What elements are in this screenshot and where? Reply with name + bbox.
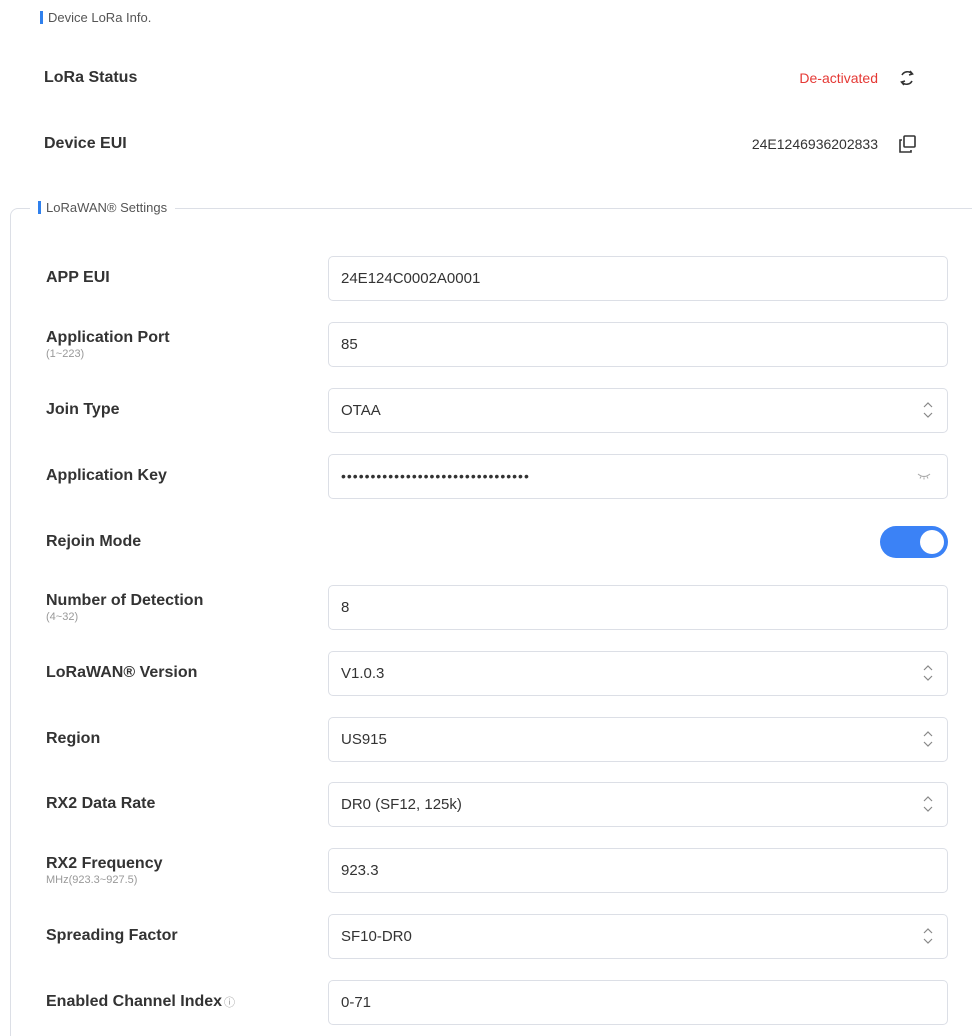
application-key-value: •••••••••••••••••••••••••••••••• [341, 468, 530, 484]
rx2-frequency-hint: MHz(923.3~927.5) [46, 873, 138, 886]
lorawan-version-row: LoRaWAN® Version V1.0.3 [46, 650, 948, 696]
spreading-factor-value: SF10-DR0 [341, 927, 412, 945]
rx2-frequency-value: 923.3 [341, 861, 379, 879]
enabled-channel-index-value: 0-71 [341, 993, 372, 1011]
number-of-detection-row: Number of Detection (4~32) 8 [46, 584, 948, 630]
region-label: Region [46, 730, 101, 747]
app-eui-label: APP EUI [46, 269, 110, 286]
join-type-select[interactable]: OTAA [328, 387, 948, 433]
rejoin-mode-label: Rejoin Mode [46, 533, 142, 550]
application-port-value: 85 [341, 335, 358, 353]
device-eui-label: Device EUI [44, 135, 127, 152]
device-eui-row: Device EUI 24E1246936202833 [44, 132, 918, 156]
application-key-label: Application Key [46, 467, 167, 484]
section-marker [38, 201, 41, 214]
number-of-detection-hint: (4~32) [46, 610, 79, 623]
enabled-channel-index-text: Enabled Channel Index [46, 993, 223, 1010]
application-port-input[interactable]: 85 [328, 321, 948, 367]
select-arrows-icon [921, 925, 935, 947]
lorawan-version-label: LoRaWAN® Version [46, 664, 198, 681]
lora-settings-page: Device LoRa Info. LoRa Status De-activat… [0, 0, 972, 1036]
enabled-channel-index-label: Enabled Channel Index ⓘ [46, 993, 328, 1011]
lora-status-label: LoRa Status [44, 69, 138, 86]
rx2-data-rate-select[interactable]: DR0 (SF12, 125k) [328, 781, 948, 827]
application-port-label: Application Port [46, 328, 170, 346]
join-type-value: OTAA [341, 401, 381, 419]
rejoin-mode-toggle[interactable] [880, 526, 948, 558]
select-arrows-icon [921, 728, 935, 750]
copy-icon[interactable] [896, 133, 918, 155]
select-arrows-icon [921, 793, 935, 815]
application-port-row: Application Port (1~223) 85 [46, 321, 948, 367]
region-row: Region US915 [46, 716, 948, 762]
spreading-factor-row: Spreading Factor SF10-DR0 [46, 913, 948, 959]
lorawan-version-value: V1.0.3 [341, 664, 385, 682]
info-icon[interactable]: ⓘ [224, 997, 235, 1009]
rx2-frequency-row: RX2 Frequency MHz(923.3~927.5) 923.3 [46, 847, 948, 893]
app-eui-value: 24E124C0002A0001 [341, 269, 481, 287]
lora-status-row: LoRa Status De-activated [44, 66, 918, 90]
region-value: US915 [341, 730, 387, 748]
refresh-icon[interactable] [896, 67, 918, 89]
lora-status-value: De-activated [799, 70, 878, 86]
rx2-data-rate-label: RX2 Data Rate [46, 795, 156, 812]
rx2-data-rate-row: RX2 Data Rate DR0 (SF12, 125k) [46, 781, 948, 827]
rx2-frequency-label: RX2 Frequency [46, 854, 163, 872]
join-type-label: Join Type [46, 401, 120, 418]
application-key-input[interactable]: •••••••••••••••••••••••••••••••• [328, 453, 948, 499]
rejoin-mode-row: Rejoin Mode [46, 519, 948, 565]
region-select[interactable]: US915 [328, 716, 948, 762]
toggle-knob [920, 530, 944, 554]
application-key-row: Application Key ••••••••••••••••••••••••… [46, 453, 948, 499]
enabled-channel-index-input[interactable]: 0-71 [328, 979, 948, 1025]
app-eui-row: APP EUI 24E124C0002A0001 [46, 255, 948, 301]
device-lora-info-label: Device LoRa Info. [48, 10, 152, 25]
device-eui-value: 24E1246936202833 [751, 136, 878, 152]
enabled-channel-index-row: Enabled Channel Index ⓘ 0-71 [46, 979, 948, 1025]
join-type-row: Join Type OTAA [46, 387, 948, 433]
lorawan-settings-label: LoRaWAN® Settings [46, 200, 168, 215]
app-eui-input[interactable]: 24E124C0002A0001 [328, 255, 948, 301]
rx2-data-rate-value: DR0 (SF12, 125k) [341, 795, 462, 813]
lorawan-version-select[interactable]: V1.0.3 [328, 650, 948, 696]
select-arrows-icon [921, 399, 935, 421]
eye-closed-icon[interactable] [913, 465, 935, 487]
device-lora-info-title: Device LoRa Info. [40, 10, 151, 25]
spreading-factor-label: Spreading Factor [46, 927, 178, 944]
section-marker [40, 11, 43, 24]
spreading-factor-select[interactable]: SF10-DR0 [328, 913, 948, 959]
rx2-frequency-input[interactable]: 923.3 [328, 847, 948, 893]
application-port-hint: (1~223) [46, 347, 85, 360]
number-of-detection-value: 8 [341, 598, 350, 616]
lorawan-settings-title: LoRaWAN® Settings [30, 200, 176, 215]
number-of-detection-input[interactable]: 8 [328, 584, 948, 630]
number-of-detection-label: Number of Detection [46, 591, 204, 609]
select-arrows-icon [921, 662, 935, 684]
